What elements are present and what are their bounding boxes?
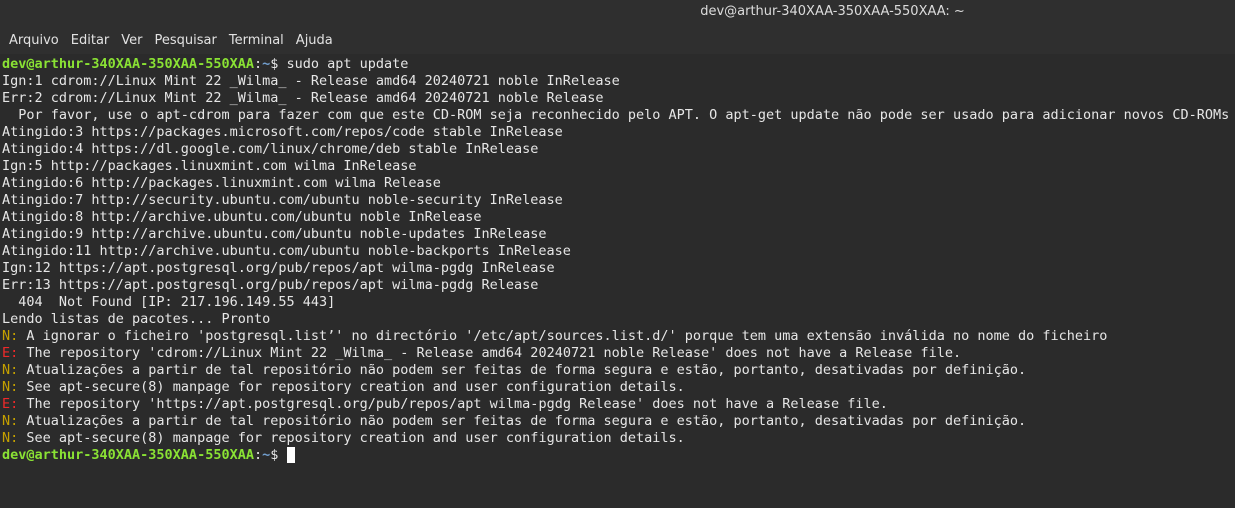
message-text: See apt-secure(8) manpage for repository… bbox=[18, 379, 685, 395]
menu-pesquisar[interactable]: Pesquisar bbox=[149, 30, 223, 51]
message-text: The repository 'https://apt.postgresql.o… bbox=[18, 396, 888, 412]
terminal-window: dev@arthur-340XAA-350XAA-550XAA: ~ Arqui… bbox=[0, 0, 1235, 508]
menu-ver[interactable]: Ver bbox=[115, 30, 148, 51]
command-line: dev@arthur-340XAA-350XAA-550XAA:~$ sudo … bbox=[2, 56, 409, 72]
message-text: Atualizações a partir de tal repositório… bbox=[18, 413, 1027, 429]
output-line: Ign:5 http://packages.linuxmint.com wilm… bbox=[2, 158, 417, 174]
notice-tag: N: bbox=[2, 430, 19, 446]
terminal-output[interactable]: dev@arthur-340XAA-350XAA-550XAA:~$ sudo … bbox=[0, 54, 1235, 508]
message-text: Atualizações a partir de tal repositório… bbox=[18, 362, 1027, 378]
menu-ajuda[interactable]: Ajuda bbox=[290, 30, 339, 51]
message-line: N: Atualizações a partir de tal repositó… bbox=[2, 413, 1235, 430]
output-line: Ign:12 https://apt.postgresql.org/pub/re… bbox=[2, 260, 555, 276]
output-line: Lendo listas de pacotes... Pronto bbox=[2, 311, 271, 327]
error-tag: E: bbox=[2, 396, 19, 412]
output-line: Atingido:3 https://packages.microsoft.co… bbox=[2, 124, 563, 140]
message-line: N: Atualizações a partir de tal repositó… bbox=[2, 362, 1235, 379]
command-text: sudo apt update bbox=[286, 56, 409, 72]
output-line: Err:2 cdrom://Linux Mint 22 _Wilma_ - Re… bbox=[2, 90, 604, 106]
output-line: 404 Not Found [IP: 217.196.149.55 443] bbox=[2, 294, 336, 310]
output-line: Atingido:7 http://security.ubuntu.com/ub… bbox=[2, 192, 563, 208]
output-line: Por favor, use o apt-cdrom para fazer co… bbox=[2, 107, 1230, 123]
message-text: A ignorar o ficheiro 'postgresql.list’' … bbox=[18, 328, 1108, 344]
message-line: N: See apt-secure(8) manpage for reposit… bbox=[2, 379, 1235, 396]
menu-bar: Arquivo Editar Ver Pesquisar Terminal Aj… bbox=[0, 26, 1235, 54]
output-line: Ign:1 cdrom://Linux Mint 22 _Wilma_ - Re… bbox=[2, 73, 620, 89]
message-text: See apt-secure(8) manpage for repository… bbox=[18, 430, 685, 446]
menu-arquivo[interactable]: Arquivo bbox=[3, 30, 65, 51]
message-line: E: The repository 'cdrom://Linux Mint 22… bbox=[2, 345, 1235, 362]
output-line: Atingido:11 http://archive.ubuntu.com/ub… bbox=[2, 243, 571, 259]
output-line: Atingido:6 http://packages.linuxmint.com… bbox=[2, 175, 441, 191]
notice-tag: N: bbox=[2, 328, 19, 344]
prompt-user-host: dev@arthur-340XAA-350XAA-550XAA bbox=[2, 56, 254, 72]
menu-editar[interactable]: Editar bbox=[65, 30, 116, 51]
window-title: dev@arthur-340XAA-350XAA-550XAA: ~ bbox=[700, 4, 965, 19]
message-line: E: The repository 'https://apt.postgresq… bbox=[2, 396, 1235, 413]
notice-tag: N: bbox=[2, 379, 19, 395]
message-line: N: See apt-secure(8) manpage for reposit… bbox=[2, 430, 1235, 447]
message-text: The repository 'cdrom://Linux Mint 22 _W… bbox=[18, 345, 962, 361]
output-line: Atingido:9 http://archive.ubuntu.com/ubu… bbox=[2, 226, 547, 242]
text-cursor[interactable] bbox=[286, 447, 295, 463]
title-bar[interactable]: dev@arthur-340XAA-350XAA-550XAA: ~ bbox=[0, 0, 1235, 26]
output-line: Atingido:8 http://archive.ubuntu.com/ubu… bbox=[2, 209, 482, 225]
output-line: Err:13 https://apt.postgresql.org/pub/re… bbox=[2, 277, 539, 293]
prompt-user-host: dev@arthur-340XAA-350XAA-550XAA bbox=[2, 447, 254, 463]
menu-terminal[interactable]: Terminal bbox=[223, 30, 290, 51]
current-prompt-line: dev@arthur-340XAA-350XAA-550XAA:~$ bbox=[2, 447, 1235, 464]
notice-tag: N: bbox=[2, 413, 19, 429]
prompt-symbol: $ bbox=[270, 56, 287, 72]
prompt-symbol: $ bbox=[270, 447, 287, 463]
notice-tag: N: bbox=[2, 362, 19, 378]
message-line: N: A ignorar o ficheiro 'postgresql.list… bbox=[2, 328, 1235, 345]
output-line: Atingido:4 https://dl.google.com/linux/c… bbox=[2, 141, 539, 157]
error-tag: E: bbox=[2, 345, 19, 361]
